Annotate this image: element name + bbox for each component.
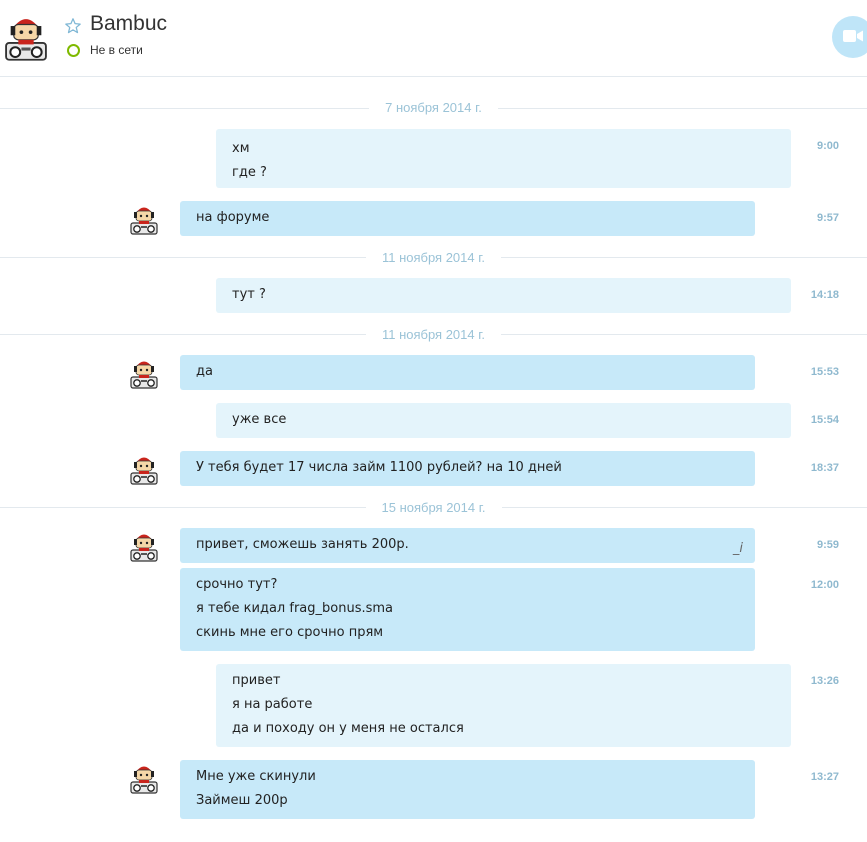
message-bubble-incoming[interactable]: Мне уже скинули Займеш 200р bbox=[180, 760, 755, 819]
message-time: 15:54 bbox=[810, 414, 839, 426]
video-camera-icon bbox=[843, 30, 863, 42]
message-text: привет, сможешь занять 200р. bbox=[196, 537, 409, 552]
message-bubble-incoming[interactable]: срочно тут? я тебе кидал frag_bonus.sma … bbox=[180, 568, 755, 651]
message-time: 9:00 bbox=[816, 140, 839, 152]
message-text: хм bbox=[232, 141, 250, 156]
star-outline-icon[interactable] bbox=[64, 17, 82, 35]
message-bubble-outgoing[interactable]: тут ? bbox=[216, 278, 791, 313]
message-bubble-incoming[interactable]: на форуме bbox=[180, 201, 755, 236]
message-time: 14:18 bbox=[810, 289, 839, 301]
date-separator: 15 ноября 2014 г. bbox=[0, 500, 867, 515]
message-text: У тебя будет 17 числа займ 1100 рублей? … bbox=[196, 460, 562, 475]
contact-avatar[interactable] bbox=[129, 202, 159, 235]
message-text: Мне уже скинули bbox=[196, 769, 316, 784]
date-separator: 11 ноября 2014 г. bbox=[0, 327, 867, 342]
message-bubble-outgoing[interactable]: привет я на работе да и походу он у меня… bbox=[216, 664, 791, 747]
message-time: 13:27 bbox=[810, 771, 839, 783]
message-text: да и походу он у меня не остался bbox=[232, 721, 464, 736]
chat-header: Bambuc Не в сети bbox=[0, 0, 867, 77]
message-text: где ? bbox=[232, 165, 267, 180]
message-bubble-incoming[interactable]: У тебя будет 17 числа займ 1100 рублей? … bbox=[180, 451, 755, 486]
message-text: тут ? bbox=[232, 287, 266, 302]
message-bubble-outgoing[interactable]: уже все bbox=[216, 403, 791, 438]
message-time: 9:59 bbox=[816, 539, 839, 551]
status-offline-icon bbox=[67, 44, 80, 57]
message-bubble-outgoing[interactable]: хм где ? bbox=[216, 129, 791, 188]
contact-avatar[interactable] bbox=[3, 9, 49, 63]
contact-name[interactable]: Bambuc bbox=[90, 12, 167, 36]
message-text: привет bbox=[232, 673, 281, 688]
message-text: да bbox=[196, 364, 213, 379]
edited-icon: _i bbox=[732, 541, 743, 556]
message-text: на форуме bbox=[196, 210, 270, 225]
video-call-button[interactable] bbox=[832, 16, 867, 58]
contact-status: Не в сети bbox=[90, 43, 143, 57]
message-text: скинь мне его срочно прям bbox=[196, 625, 384, 640]
message-time: 18:37 bbox=[810, 462, 839, 474]
message-bubble-incoming[interactable]: да bbox=[180, 355, 755, 390]
message-time: 9:57 bbox=[816, 212, 839, 224]
message-time: 13:26 bbox=[810, 675, 839, 687]
contact-avatar[interactable] bbox=[129, 529, 159, 562]
message-text: я тебе кидал frag_bonus.sma bbox=[196, 601, 393, 616]
message-bubble-incoming[interactable]: привет, сможешь занять 200р. _i bbox=[180, 528, 755, 563]
message-time: 15:53 bbox=[810, 366, 839, 378]
message-text: срочно тут? bbox=[196, 577, 278, 592]
message-text: уже все bbox=[232, 412, 287, 427]
message-time: 12:00 bbox=[810, 579, 839, 591]
message-text: я на работе bbox=[232, 697, 313, 712]
date-separator: 11 ноября 2014 г. bbox=[0, 250, 867, 265]
date-separator: 7 ноября 2014 г. bbox=[0, 100, 867, 115]
contact-avatar[interactable] bbox=[129, 452, 159, 485]
contact-avatar[interactable] bbox=[129, 356, 159, 389]
message-text: Займеш 200р bbox=[196, 793, 288, 808]
contact-avatar[interactable] bbox=[129, 761, 159, 794]
